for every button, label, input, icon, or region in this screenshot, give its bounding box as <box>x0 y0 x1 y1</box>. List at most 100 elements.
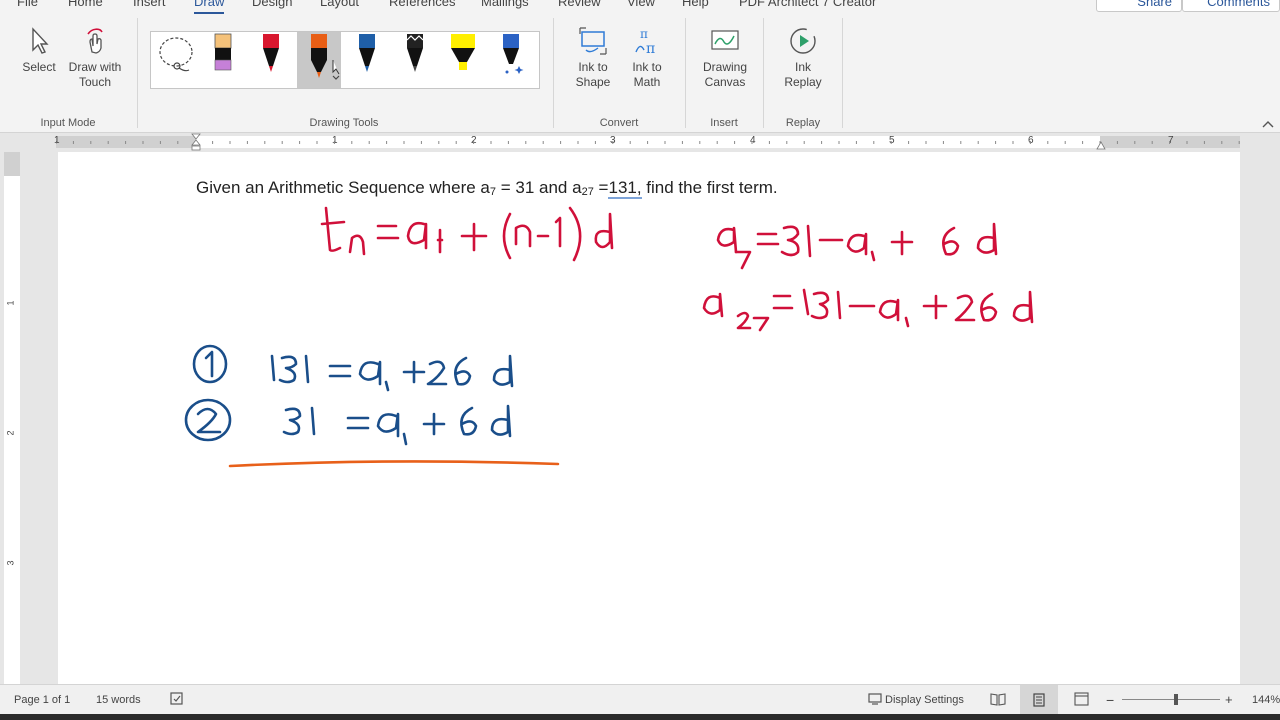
vertical-ruler[interactable]: 1 2 3 <box>4 152 20 684</box>
horizontal-ruler[interactable]: 1 1 2 3 4 5 6 7 <box>0 133 1280 151</box>
ink-replay-button[interactable]: Ink Replay <box>778 26 828 90</box>
zoom-out-button[interactable]: − <box>1106 692 1114 708</box>
tab-insert[interactable]: Insert <box>133 0 166 9</box>
ink-underline <box>228 460 560 468</box>
drawing-canvas-label-2: Canvas <box>704 75 746 89</box>
black-pen-icon <box>406 34 424 72</box>
red-pen-icon <box>263 34 279 72</box>
draw-with-touch-label-2: Touch <box>78 75 112 89</box>
ruler-number: 1 <box>5 300 16 306</box>
display-settings-icon[interactable] <box>868 692 882 706</box>
replay-group-label: Replay <box>785 117 821 129</box>
drawing-tools-group-label: Drawing Tools <box>309 117 379 129</box>
pencil-icon <box>214 33 232 71</box>
group-divider <box>685 18 686 128</box>
convert-group-label: Convert <box>599 117 639 129</box>
tab-mailings[interactable]: Mailings <box>481 0 529 9</box>
drawing-canvas-icon <box>711 30 739 50</box>
group-divider <box>553 18 554 128</box>
print-layout-button[interactable] <box>1020 685 1058 715</box>
right-indent-marker-icon[interactable] <box>1096 138 1106 150</box>
word-count[interactable]: 15 words <box>96 694 141 706</box>
tab-home[interactable]: Home <box>68 0 103 9</box>
highlighter-tool[interactable] <box>441 32 485 88</box>
ink-to-shape-label-2: Shape <box>575 75 611 89</box>
ink-to-math-button[interactable]: π π Ink to Math <box>622 26 672 90</box>
blue-pen-tool[interactable] <box>345 32 389 88</box>
ink-to-math-pi-icon: π π <box>635 27 655 56</box>
insert-group-label: Insert <box>710 117 738 129</box>
tab-view[interactable]: View <box>627 0 655 9</box>
drawing-canvas-label-1: Drawing <box>702 60 747 74</box>
lasso-select-tool[interactable] <box>153 32 197 88</box>
ink-equation-a27 <box>702 288 1034 332</box>
ruler-number: 3 <box>5 560 16 566</box>
zoom-slider[interactable] <box>1122 699 1220 700</box>
ink-formula-general <box>320 206 614 262</box>
ink-replay-label-1: Ink <box>794 60 811 74</box>
tab-file[interactable]: File <box>17 0 38 9</box>
red-pen-tool[interactable] <box>249 32 293 88</box>
ink-replay-icon <box>790 28 816 54</box>
ink-to-shape-icon <box>579 27 607 55</box>
tab-references[interactable]: References <box>389 0 455 9</box>
tab-draw[interactable]: Draw <box>194 0 225 14</box>
zoom-in-button[interactable]: + <box>1225 692 1233 707</box>
draw-with-touch-label-1: Draw with <box>68 60 122 74</box>
ink-replay-label-2: Replay <box>784 75 822 89</box>
drawing-canvas-button[interactable]: Drawing Canvas <box>696 26 754 90</box>
pen-gallery <box>150 31 540 89</box>
black-pen-tool[interactable] <box>393 32 437 88</box>
comments-label: Comments <box>1207 0 1270 9</box>
collapse-ribbon-icon[interactable] <box>1262 120 1274 128</box>
zoom-level[interactable]: 144% <box>1252 694 1280 706</box>
read-mode-icon[interactable] <box>990 692 1006 706</box>
lasso-icon <box>159 37 193 72</box>
tab-design[interactable]: Design <box>252 0 292 9</box>
svg-text:π: π <box>640 27 648 41</box>
ribbon-tab-bar: File Home Insert Draw Design Layout Refe… <box>0 0 1280 14</box>
svg-text:π: π <box>646 41 655 56</box>
blue-pen-icon <box>359 34 375 72</box>
web-layout-icon[interactable] <box>1074 692 1090 706</box>
ruler-track: 1 1 2 3 4 5 6 7 <box>54 135 1240 148</box>
ink-to-math-label-2: Math <box>633 75 661 89</box>
print-layout-icon <box>1033 693 1045 707</box>
draw-with-touch-button[interactable]: Draw with Touch <box>64 26 126 90</box>
display-settings-button[interactable]: Display Settings <box>885 694 964 706</box>
orange-pen-tool[interactable] <box>297 32 341 88</box>
share-label: Share <box>1137 0 1172 9</box>
orange-pen-icon <box>311 34 340 80</box>
galaxy-pen-icon <box>503 34 524 74</box>
input-mode-group-label: Input Mode <box>40 117 96 129</box>
status-bar: Page 1 of 1 15 words Display Settings − … <box>0 684 1280 715</box>
pencil-tool[interactable] <box>201 32 245 88</box>
galaxy-pen-tool[interactable] <box>489 32 533 88</box>
cursor-arrow-icon <box>32 27 49 54</box>
select-button[interactable]: Select <box>18 26 60 75</box>
vertical-ruler-track: 1 2 3 <box>4 176 20 684</box>
select-label: Select <box>22 60 56 74</box>
group-divider <box>137 18 138 128</box>
yellow-highlighter-icon <box>451 34 475 70</box>
ruler-number: 2 <box>5 430 16 436</box>
ink-layer[interactable] <box>58 152 1240 684</box>
tab-pdf-architect[interactable]: PDF Architect 7 Creator <box>739 0 876 9</box>
tab-layout[interactable]: Layout <box>320 0 359 9</box>
taskbar-strip <box>0 714 1280 720</box>
ruler-ticks <box>56 141 1240 144</box>
page-count[interactable]: Page 1 of 1 <box>14 694 70 706</box>
tab-help[interactable]: Help <box>682 0 709 9</box>
ink-equation-a7 <box>716 222 998 270</box>
touch-hand-icon <box>87 28 103 54</box>
zoom-slider-thumb[interactable] <box>1174 694 1178 705</box>
document-page[interactable]: Given an Arithmetic Sequence where a7 = … <box>58 152 1240 684</box>
ink-equation-1 <box>192 344 514 392</box>
ribbon: Select Draw with Touch Input Mode Drawin… <box>0 14 1280 133</box>
indent-marker-icon[interactable] <box>191 133 201 151</box>
ink-equation-2 <box>184 398 512 446</box>
group-divider <box>842 18 843 128</box>
tab-review[interactable]: Review <box>558 0 601 9</box>
proofing-icon[interactable] <box>170 692 184 706</box>
ink-to-shape-button[interactable]: Ink to Shape <box>566 26 620 90</box>
